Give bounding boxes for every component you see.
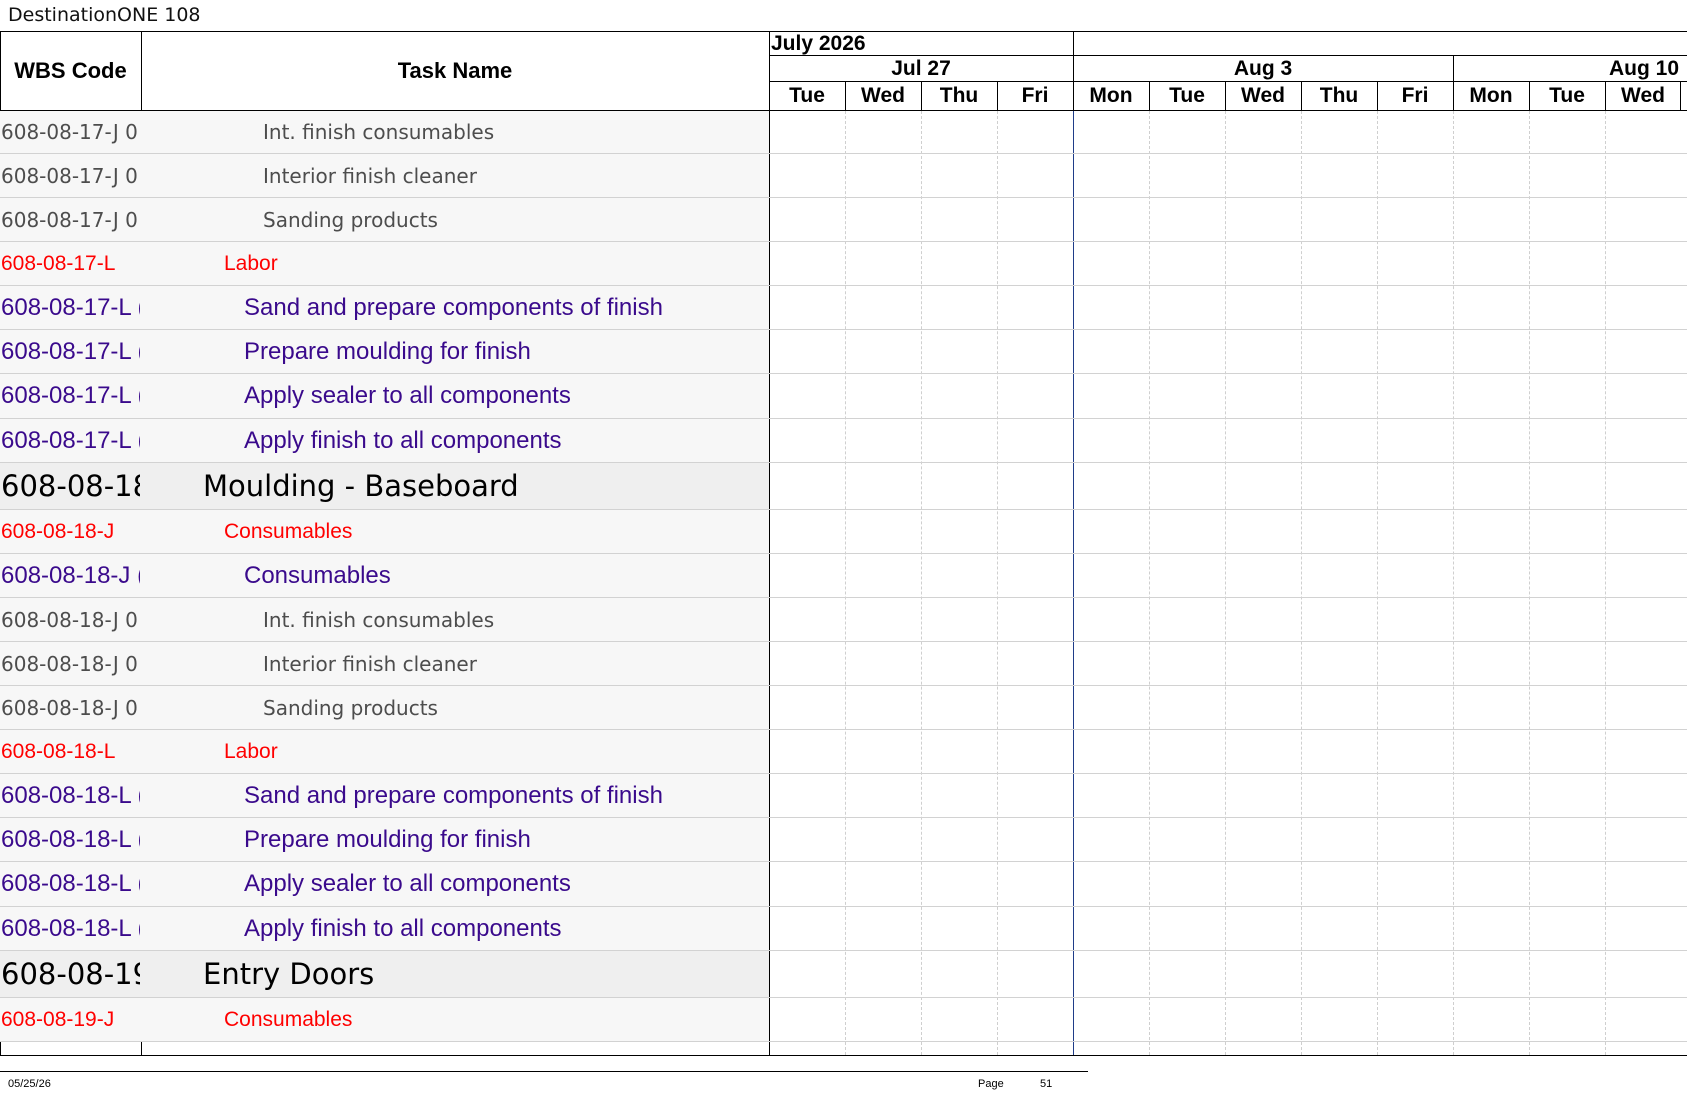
task-name-cell[interactable]: Moulding - Baseboard xyxy=(141,463,769,509)
task-name-cell[interactable]: Apply sealer to all components xyxy=(141,374,769,418)
task-name-cell[interactable]: Consumables xyxy=(141,554,769,597)
summary-task-row[interactable]: 608-08-19 Entry Doors xyxy=(0,951,1687,998)
task-name-cell[interactable]: Interior finish cleaner xyxy=(141,642,769,685)
task-row[interactable]: 608-08-18-L (Apply sealer to all compone… xyxy=(0,862,1687,907)
month-header: July 2026 xyxy=(771,32,866,55)
task-row[interactable]: 608-08-17-J 01 Sanding products xyxy=(0,198,1687,242)
day-header: Wed xyxy=(1241,84,1285,107)
wbs-code-cell[interactable]: 608-08-18 xyxy=(0,463,140,509)
day-header: Thu xyxy=(939,84,979,107)
day-header: Wed xyxy=(861,84,905,107)
task-name-cell[interactable]: Int. finish consumables xyxy=(141,598,769,641)
task-row[interactable]: 608-08-17-J 01 Interior finish cleaner xyxy=(0,154,1687,198)
task-row[interactable]: 608-08-18-L (Apply finish to all compone… xyxy=(0,907,1687,951)
wbs-code-cell[interactable]: 608-08-18-J 01 xyxy=(0,642,140,685)
task-name-cell[interactable]: Prepare moulding for finish xyxy=(141,330,769,373)
week-header-aug-3: Aug 3 xyxy=(1233,56,1293,80)
task-name-cell[interactable]: Sand and prepare components of finish xyxy=(141,774,769,817)
day-header: Mon xyxy=(1089,84,1133,107)
task-row[interactable]: 608-08-18-J 01 Interior finish cleaner xyxy=(0,642,1687,686)
day-header: Tue xyxy=(789,84,825,107)
week-header-aug-10: Aug 10 xyxy=(1608,56,1679,80)
wbs-code-cell[interactable]: 608-08-17-L ( xyxy=(0,374,140,418)
wbs-code-cell[interactable]: 608-08-18-L ( xyxy=(0,862,140,906)
task-name-cell[interactable]: Apply finish to all components xyxy=(141,419,769,462)
week-header-jul-27: Jul 27 xyxy=(891,56,951,80)
wbs-code-cell[interactable]: 608-08-17-L ( xyxy=(0,419,140,462)
task-name-cell[interactable]: Apply finish to all components xyxy=(141,907,769,950)
gantt-sheet: WBS Code Task Name July 2026 Jul 27 Aug … xyxy=(0,31,1687,1056)
footer-page-number: 51 xyxy=(1040,1078,1053,1090)
task-name-cell[interactable]: Consumables xyxy=(141,998,769,1041)
task-name-cell[interactable]: Labor xyxy=(141,730,769,773)
wbs-code-cell[interactable]: 608-08-17-L ( xyxy=(0,286,140,329)
day-header: Fri xyxy=(1021,84,1049,107)
task-name-cell[interactable]: Entry Doors xyxy=(141,951,769,997)
wbs-code-cell[interactable]: 608-08-18-J xyxy=(0,510,140,553)
task-row[interactable]: 608-08-18-J 01 Int. finish consumables xyxy=(0,598,1687,642)
task-row[interactable]: 608-08-17-L (Apply sealer to all compone… xyxy=(0,374,1687,419)
wbs-code-cell[interactable]: 608-08-19 xyxy=(0,951,140,997)
task-name-cell[interactable]: Sanding products xyxy=(141,686,769,729)
task-row[interactable]: 608-08-17-J 01 Int. finish consumables xyxy=(0,111,1687,154)
wbs-code-cell[interactable]: 608-08-17-J 01 xyxy=(0,198,140,241)
task-row[interactable]: 608-08-18-J (Consumables xyxy=(0,554,1687,598)
wbs-code-cell[interactable]: 608-08-18-L ( xyxy=(0,907,140,950)
task-row[interactable]: 608-08-19-J Consumables xyxy=(0,998,1687,1042)
day-header: Mon xyxy=(1469,84,1513,107)
footer-date: 05/25/26 xyxy=(8,1078,51,1090)
task-name-cell[interactable]: Consumables xyxy=(141,510,769,553)
task-row[interactable]: 608-08-17-L (Sand and prepare components… xyxy=(0,286,1687,330)
task-row[interactable]: 608-08-18-L (Sand and prepare components… xyxy=(0,774,1687,818)
task-row[interactable]: 608-08-18-J Consumables xyxy=(0,510,1687,554)
wbs-code-cell[interactable]: 608-08-17-L xyxy=(0,242,140,285)
day-header: Thu xyxy=(1319,84,1359,107)
task-row[interactable]: 608-08-17-L Labor xyxy=(0,242,1687,286)
wbs-code-cell[interactable]: 608-08-18-L xyxy=(0,730,140,773)
wbs-code-cell[interactable]: 608-08-18-L ( xyxy=(0,774,140,817)
task-name-cell[interactable]: Interior finish cleaner xyxy=(141,154,769,197)
wbs-code-cell[interactable]: 608-08-19-J xyxy=(0,998,140,1041)
wbs-code-cell[interactable]: 608-08-18-J 01 xyxy=(0,598,140,641)
footer-page-label: Page xyxy=(978,1078,1004,1090)
wbs-code-cell[interactable]: 608-08-18-J ( xyxy=(0,554,140,597)
wbs-code-cell[interactable]: 608-08-17-J 01 xyxy=(0,111,140,153)
wbs-code-header[interactable]: WBS Code xyxy=(0,32,141,110)
task-name-cell[interactable]: Sanding products xyxy=(141,198,769,241)
task-row[interactable]: 608-08-18-J 01 Sanding products xyxy=(0,686,1687,730)
task-row[interactable]: 608-08-17-L (Prepare moulding for finish xyxy=(0,330,1687,374)
task-name-cell[interactable]: Sand and prepare components of finish xyxy=(141,286,769,329)
wbs-code-cell[interactable]: 608-08-18-L ( xyxy=(0,818,140,861)
wbs-code-cell[interactable]: 608-08-17-J 01 xyxy=(0,154,140,197)
task-name-cell[interactable]: Labor xyxy=(141,242,769,285)
footer-rule xyxy=(0,1071,1088,1072)
task-name-cell[interactable]: Int. finish consumables xyxy=(141,111,769,153)
summary-task-row[interactable]: 608-08-18 Moulding - Baseboard xyxy=(0,463,1687,510)
day-header: Fri xyxy=(1401,84,1429,107)
day-header: Tue xyxy=(1169,84,1205,107)
document-title: DestinationONE 108 xyxy=(8,4,201,26)
task-name-header[interactable]: Task Name xyxy=(141,32,769,110)
wbs-code-cell[interactable]: 608-08-18-J 01 xyxy=(0,686,140,729)
task-row[interactable]: 608-08-17-L (Apply finish to all compone… xyxy=(0,419,1687,463)
task-row[interactable]: 608-08-18-L Labor xyxy=(0,730,1687,774)
wbs-code-cell[interactable]: 608-08-17-L ( xyxy=(0,330,140,373)
day-header: Wed xyxy=(1621,84,1665,107)
day-header: Tue xyxy=(1549,84,1585,107)
task-name-cell[interactable]: Apply sealer to all components xyxy=(141,862,769,906)
task-name-cell[interactable]: Prepare moulding for finish xyxy=(141,818,769,861)
task-row[interactable]: 608-08-18-L (Prepare moulding for finish xyxy=(0,818,1687,862)
